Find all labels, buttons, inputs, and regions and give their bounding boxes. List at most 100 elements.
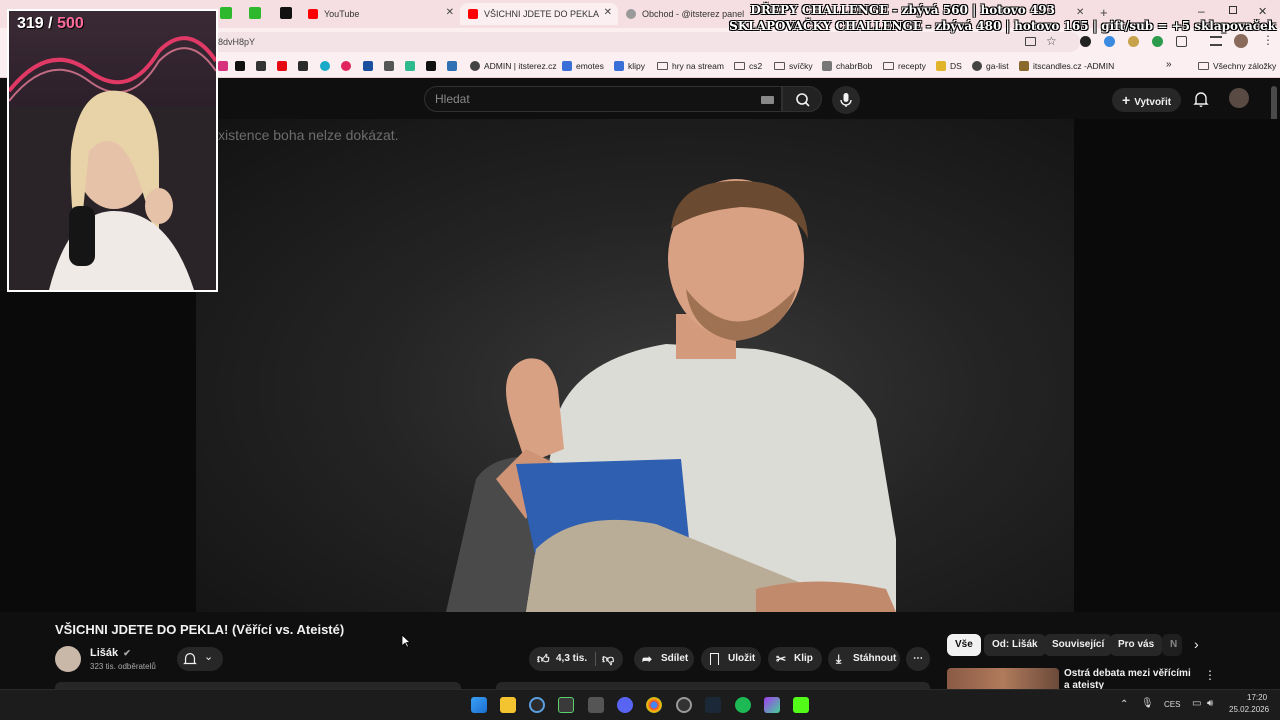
close-tab-icon[interactable]: ✕ — [1076, 7, 1084, 18]
bookmark-site[interactable] — [298, 61, 312, 71]
bookmark-site[interactable] — [405, 61, 419, 71]
chip-for-you[interactable]: Pro vás — [1110, 634, 1163, 656]
new-tab-icon[interactable]: + — [1100, 5, 1108, 20]
bookmark-ds[interactable]: DS — [936, 61, 962, 71]
clock-time[interactable]: 17:20 — [1247, 693, 1267, 702]
bookmark-chabrbob[interactable]: chabrBob — [822, 61, 872, 71]
bookmark-folder-recepty[interactable]: recepty — [883, 61, 926, 71]
volume-icon[interactable]: 🔊︎ — [1207, 698, 1213, 709]
bookmark-galist[interactable]: ga-list — [972, 61, 1009, 71]
account-avatar[interactable] — [1229, 88, 1249, 108]
chrome-icon[interactable] — [646, 697, 662, 713]
maximize-icon[interactable] — [1229, 6, 1237, 14]
video-title: VŠICHNI JDETE DO PEKLA! (Věřící vs. Atei… — [55, 622, 345, 637]
chip-all[interactable]: Vše — [947, 634, 981, 656]
url-field[interactable]: 8dvH8pY — [210, 32, 1080, 52]
tab-active-video[interactable]: VŠICHNI JDETE DO PEKLA! (Věř ✕ — [460, 3, 618, 25]
steam-icon[interactable] — [705, 697, 721, 713]
extension-icon[interactable] — [1152, 36, 1163, 47]
bookmark-x[interactable] — [235, 61, 249, 71]
bookmark-download[interactable] — [426, 61, 440, 71]
bookmark-site[interactable] — [256, 61, 270, 71]
dislike-button[interactable]: 👎︎ — [596, 647, 623, 671]
globe-icon — [626, 9, 636, 19]
plus-icon: + — [1122, 92, 1131, 108]
extension-icon[interactable] — [1104, 36, 1115, 47]
create-button[interactable]: + Vytvořit — [1112, 88, 1182, 112]
obs-app-icon[interactable] — [558, 697, 574, 713]
bookmark-netflix[interactable] — [277, 61, 291, 71]
star-icon[interactable]: ☆ — [1046, 34, 1057, 48]
extension-icon[interactable] — [1128, 36, 1139, 47]
more-actions-button[interactable]: ⋯ — [906, 647, 930, 671]
tab-title: Obchod - @itsterez panel — [642, 9, 745, 19]
bookmark-folder-cs2[interactable]: cs2 — [734, 61, 762, 71]
kick-icon[interactable] — [280, 7, 292, 19]
clip-button[interactable]: ✂ Klip — [768, 647, 822, 671]
search-button[interactable] — [782, 86, 822, 112]
bookmark-site[interactable] — [447, 61, 461, 71]
close-window-icon[interactable]: ✕ — [1258, 5, 1267, 18]
channel-name[interactable]: Lišák ✔ — [90, 647, 131, 659]
windows-start-icon[interactable] — [471, 697, 487, 713]
puzzle-icon[interactable] — [1176, 36, 1187, 47]
minimize-icon[interactable]: – — [1198, 4, 1205, 18]
bookmark-admin[interactable]: ADMIN | itsterez.cz — [470, 61, 557, 71]
clock-date[interactable]: 25.02.2026 — [1229, 705, 1269, 714]
extension-icon[interactable] — [1080, 36, 1091, 47]
bookmark-folder-hry[interactable]: hry na stream — [657, 61, 724, 71]
search-input[interactable]: Hledat — [424, 86, 782, 112]
like-button[interactable]: 👍︎ 4,3 tis. — [529, 647, 593, 671]
bell-icon[interactable] — [1192, 90, 1210, 108]
bookmark-icon[interactable] — [249, 7, 261, 19]
bookmark-klipy[interactable]: klipy — [614, 61, 645, 71]
app-c-icon[interactable] — [529, 697, 545, 713]
chevron-right-icon[interactable]: › — [1194, 636, 1199, 652]
install-icon[interactable] — [1025, 37, 1036, 46]
keyboard-icon[interactable] — [761, 96, 774, 104]
close-tab-icon[interactable]: ✕ — [604, 7, 612, 18]
notification-bell-button[interactable]: ⌄ — [177, 647, 223, 671]
file-explorer-icon[interactable] — [500, 697, 516, 713]
spotify-icon[interactable] — [735, 697, 751, 713]
kick-icon[interactable] — [793, 697, 809, 713]
bookmark-site[interactable] — [341, 61, 355, 71]
suggested-more-icon[interactable]: ⋮ — [1204, 668, 1216, 682]
chip-next[interactable]: N — [1162, 634, 1182, 656]
language-indicator[interactable]: CES — [1164, 700, 1180, 709]
discord-icon[interactable] — [617, 697, 633, 713]
app-triangle-icon[interactable] — [764, 697, 780, 713]
close-tab-icon[interactable]: ✕ — [446, 7, 454, 18]
bookmark-paypal[interactable] — [363, 61, 377, 71]
bookmarks-more[interactable]: » — [1166, 59, 1172, 70]
globe-icon — [972, 61, 982, 71]
bookmark-icon[interactable] — [220, 7, 232, 19]
video-player[interactable]: xistence boha nelze dokázat. — [196, 119, 1074, 612]
download-button[interactable]: ⤓ Stáhnout — [828, 647, 900, 671]
sl-icon — [614, 61, 624, 71]
bookmark-site[interactable] — [384, 61, 398, 71]
bookmark-folder-svicky[interactable]: svíčky — [774, 61, 813, 71]
voice-search-button[interactable] — [832, 86, 860, 114]
chip-related[interactable]: Související — [1044, 634, 1113, 656]
bookmark-all[interactable]: Všechny záložky — [1198, 61, 1276, 71]
bookmark-label: klipy — [628, 61, 646, 71]
profile-avatar[interactable] — [1234, 34, 1248, 48]
queue-icon[interactable] — [1210, 36, 1222, 46]
share-button[interactable]: ➦ Sdílet — [634, 647, 694, 671]
microphone-tray-icon[interactable]: 🎙︎ — [1141, 698, 1154, 709]
bookmark-site[interactable] — [320, 61, 334, 71]
menu-icon[interactable]: ⋮ — [1262, 33, 1274, 47]
bookmark-itscandles[interactable]: itscandles.cz -ADMIN — [1019, 61, 1114, 71]
tray-chevron-up-icon[interactable]: ⌃ — [1120, 699, 1128, 710]
game-app-icon[interactable] — [588, 697, 604, 713]
bookmark-instagram[interactable] — [218, 61, 232, 71]
app-icon[interactable] — [676, 697, 692, 713]
chip-from-channel[interactable]: Od: Lišák — [984, 634, 1046, 656]
channel-avatar[interactable] — [55, 646, 81, 672]
save-button[interactable]: Uložit — [701, 647, 761, 671]
network-icon[interactable]: ▭ — [1192, 698, 1201, 709]
paypal-icon — [363, 61, 373, 71]
bookmark-emotes[interactable]: emotes — [562, 61, 604, 71]
tab-youtube[interactable]: YouTube ✕ — [300, 3, 460, 25]
